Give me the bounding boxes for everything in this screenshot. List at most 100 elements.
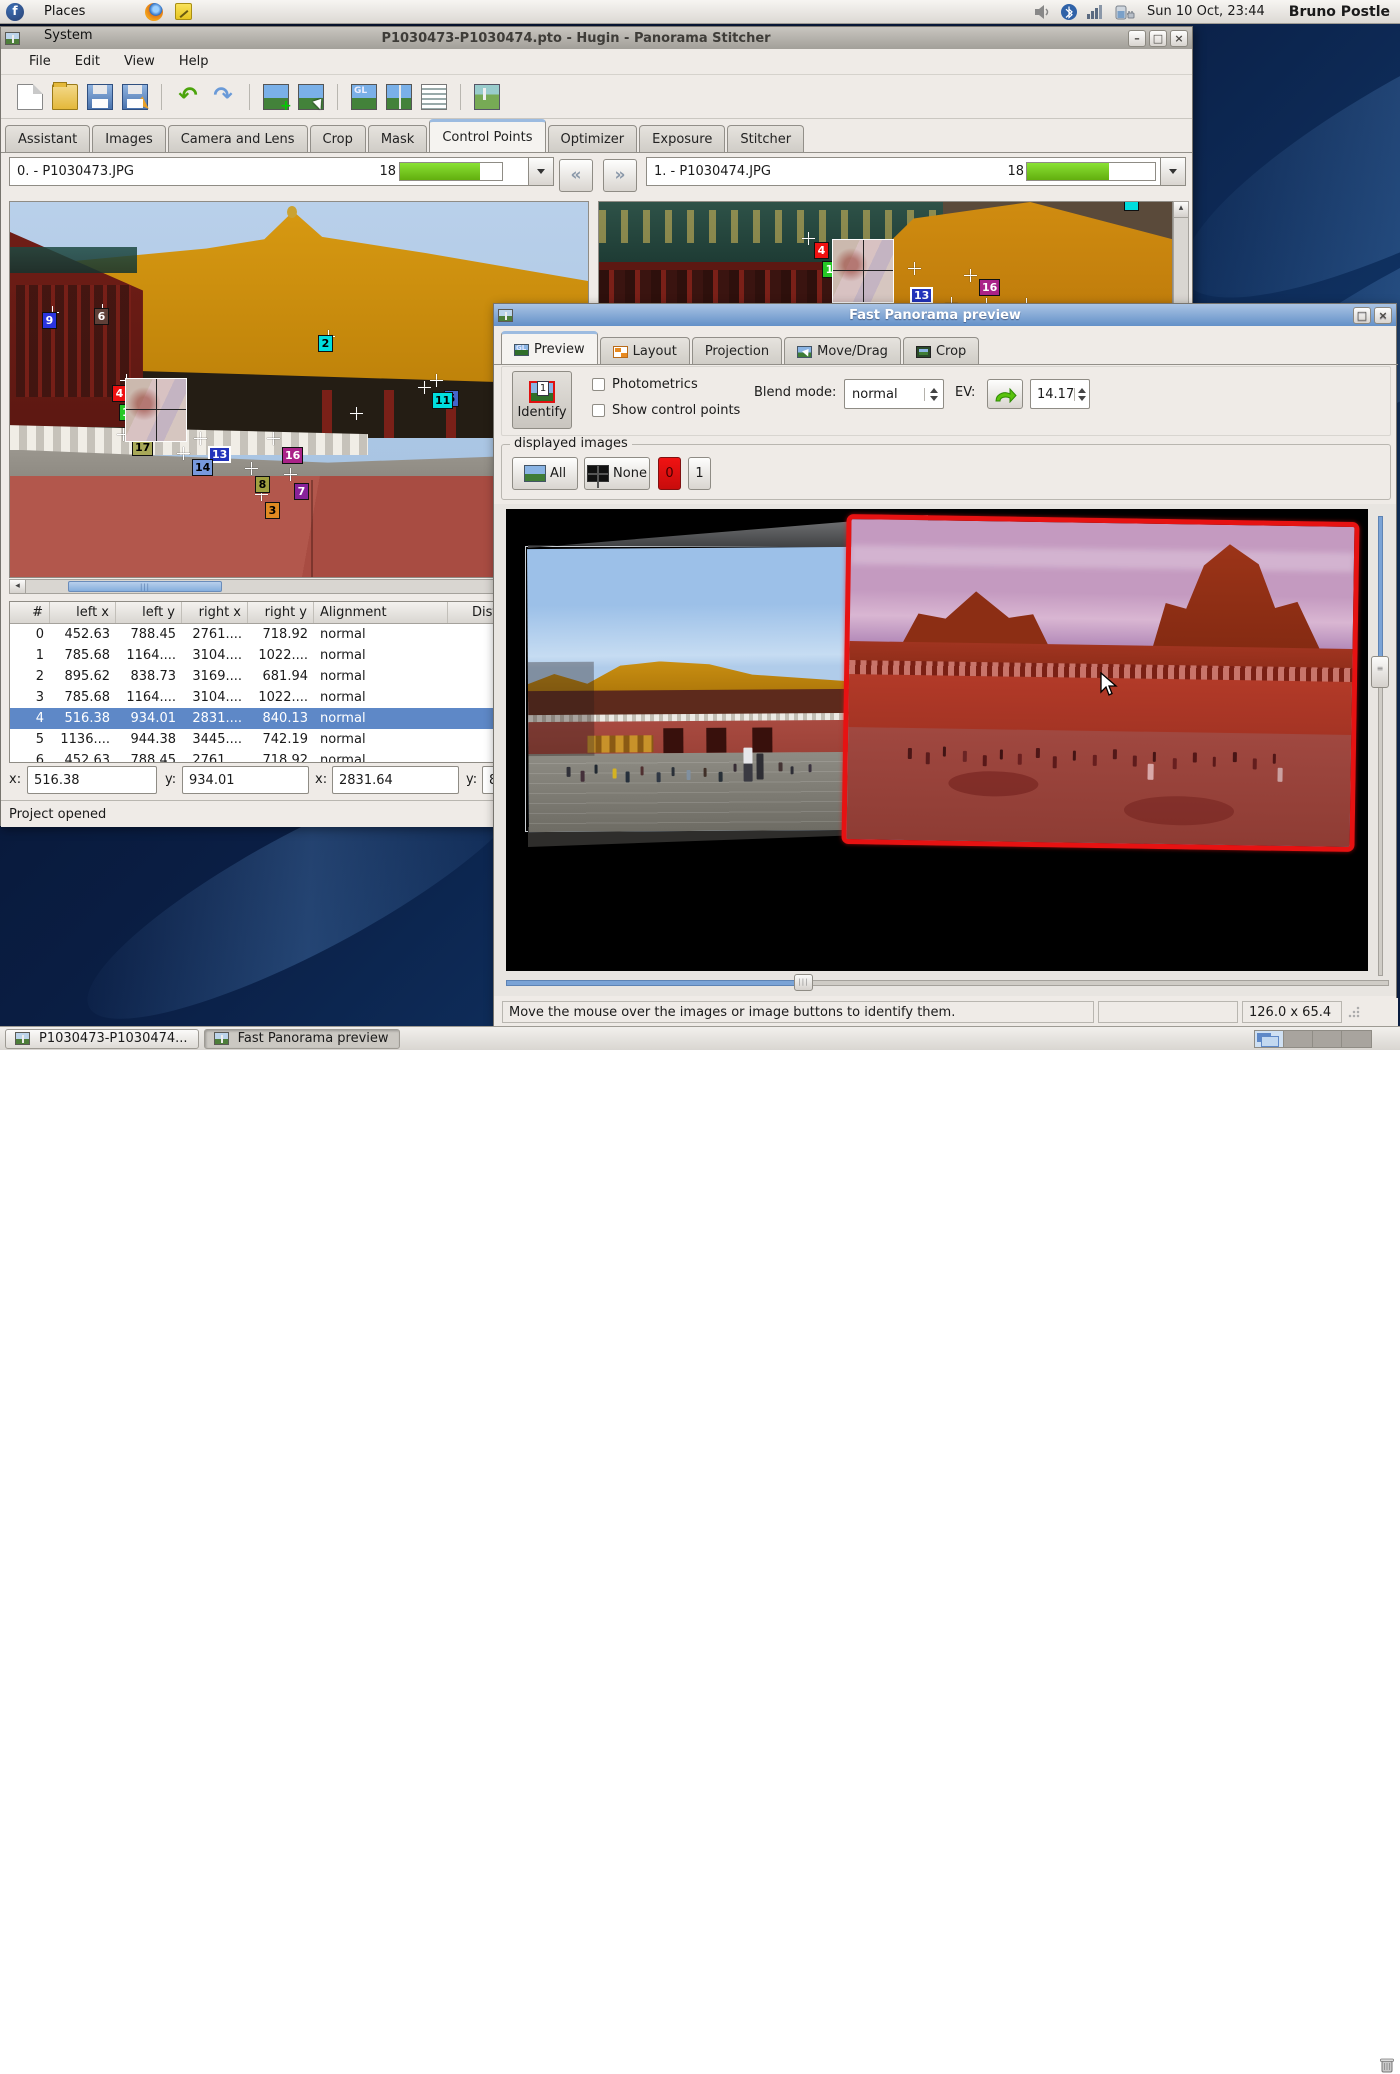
control-point-marker[interactable]: 8 — [255, 476, 270, 493]
workspace-switcher[interactable] — [1254, 1030, 1372, 1048]
show-control-points-checkbox[interactable] — [592, 404, 605, 417]
ev-reset-button[interactable] — [987, 379, 1023, 409]
panel-clock[interactable]: Sun 10 Oct, 23:44 — [1147, 4, 1265, 19]
trash-icon[interactable] — [1378, 2056, 1396, 2074]
firefox-launcher-icon[interactable] — [145, 3, 163, 21]
control-point-marker[interactable]: 6 — [94, 308, 109, 325]
tab-layout[interactable]: Layout — [600, 337, 690, 365]
control-point-marker[interactable]: 4 — [814, 242, 829, 259]
control-point-marker[interactable]: 13 — [910, 287, 933, 304]
workspace-1[interactable] — [1255, 1031, 1284, 1047]
next-image-pair-button[interactable]: » — [603, 159, 637, 192]
tab-crop[interactable]: Crop — [310, 125, 366, 153]
tab-exposure[interactable]: Exposure — [639, 125, 725, 153]
control-point-marker[interactable]: 7 — [294, 483, 309, 500]
workspace-4[interactable] — [1342, 1031, 1371, 1047]
image-1-toggle-button[interactable]: 1 — [688, 457, 711, 490]
vscroll-up-arrow[interactable]: ▴ — [1174, 202, 1188, 218]
right-image-selector[interactable]: 1. - P1030474.JPG 18 — [646, 157, 1186, 186]
col-header-left-x[interactable]: left x — [50, 602, 116, 623]
tab-preview[interactable]: Preview — [501, 331, 598, 365]
panorama-preview-canvas[interactable] — [506, 509, 1368, 971]
panel-user-name[interactable]: Bruno Postle — [1275, 4, 1390, 20]
bluetooth-icon[interactable] — [1061, 4, 1077, 20]
control-point-marker[interactable]: 14 — [192, 459, 213, 476]
save-project-icon[interactable] — [87, 84, 113, 110]
tab-mask[interactable]: Mask — [368, 125, 427, 153]
tab-assistant[interactable]: Assistant — [5, 125, 90, 153]
preview-close-button[interactable]: × — [1374, 307, 1392, 324]
col-header-alignment[interactable]: Alignment — [314, 602, 448, 623]
identify-button[interactable]: Identify — [512, 371, 572, 429]
preview-icon[interactable] — [386, 84, 412, 110]
add-time-series-icon[interactable] — [298, 84, 324, 110]
left-y-input[interactable]: 934.01 — [182, 766, 309, 794]
prev-image-pair-button[interactable]: « — [559, 159, 593, 192]
control-point-marker[interactable]: 3 — [265, 502, 280, 519]
panel-menu-system[interactable]: System — [32, 24, 135, 48]
gl-preview-icon[interactable]: GL — [351, 84, 377, 110]
workspace-2[interactable] — [1284, 1031, 1313, 1047]
control-point-marker[interactable]: 11 — [432, 392, 453, 409]
tab-crop[interactable]: Crop — [903, 337, 979, 365]
left-image-dropdown-button[interactable] — [529, 157, 554, 186]
tab-move-drag[interactable]: Move/Drag — [784, 337, 901, 365]
fedora-menu-icon[interactable]: f — [6, 3, 24, 21]
preview-titlebar[interactable]: Fast Panorama preview □ × — [494, 304, 1396, 326]
control-point-marker[interactable]: 9 — [42, 312, 57, 329]
tab-optimizer[interactable]: Optimizer — [548, 125, 638, 153]
minimize-button[interactable]: – — [1128, 30, 1146, 47]
open-project-icon[interactable] — [52, 84, 78, 110]
power-battery-icon[interactable] — [1115, 4, 1137, 20]
control-point-marker[interactable] — [1124, 201, 1139, 211]
control-point-table-icon[interactable] — [421, 84, 447, 110]
left-image-selector[interactable]: 0. - P1030473.JPG 18 — [9, 157, 554, 186]
control-point-marker[interactable]: 16 — [979, 279, 1000, 296]
taskbar-button-fast-panorama-preview[interactable]: Fast Panorama preview — [204, 1029, 400, 1049]
workspace-3[interactable] — [1313, 1031, 1342, 1047]
network-signal-icon[interactable] — [1087, 4, 1105, 19]
image-0-toggle-button[interactable]: 0 — [658, 457, 681, 490]
text-editor-launcher-icon[interactable] — [175, 3, 192, 20]
undo-icon[interactable]: ↶ — [175, 84, 201, 110]
right-image-dropdown-button[interactable] — [1161, 157, 1186, 186]
panorama-preview-icon[interactable] — [474, 84, 500, 110]
horizontal-pan-slider-track[interactable] — [801, 980, 1389, 986]
menu-help[interactable]: Help — [169, 51, 219, 72]
ev-spinner[interactable]: 14.17 — [1030, 379, 1090, 409]
redo-icon[interactable]: ↷ — [210, 84, 236, 110]
col-header-right-x[interactable]: right x — [182, 602, 248, 623]
new-project-icon[interactable] — [17, 84, 43, 110]
hscroll-thumb[interactable]: ||| — [68, 581, 222, 592]
menu-view[interactable]: View — [114, 51, 165, 72]
blend-mode-select[interactable]: normal — [844, 379, 944, 409]
tab-images[interactable]: Images — [92, 125, 166, 153]
left-x-input[interactable]: 516.38 — [27, 766, 157, 794]
menu-file[interactable]: File — [19, 51, 61, 72]
menu-edit[interactable]: Edit — [65, 51, 110, 72]
horizontal-pan-slider-handle[interactable]: ||| — [794, 974, 813, 991]
tab-stitcher[interactable]: Stitcher — [727, 125, 804, 153]
right-x-input[interactable]: 2831.64 — [332, 766, 459, 794]
panel-menu-places[interactable]: Places — [32, 0, 135, 24]
preview-maximize-button[interactable]: □ — [1353, 307, 1371, 324]
col-header-left-y[interactable]: left y — [116, 602, 182, 623]
resize-grip[interactable] — [1348, 1006, 1360, 1018]
photometrics-checkbox[interactable] — [592, 378, 605, 391]
tab-control-points[interactable]: Control Points — [429, 119, 545, 153]
close-button[interactable]: × — [1170, 30, 1188, 47]
control-point-marker[interactable]: 16 — [282, 447, 303, 464]
taskbar-button-p1030473-p1030474-[interactable]: P1030473-P1030474... — [5, 1029, 199, 1049]
tab-camera-and-lens[interactable]: Camera and Lens — [168, 125, 308, 153]
volume-icon[interactable] — [1034, 4, 1051, 20]
show-all-images-button[interactable]: All — [512, 457, 578, 490]
add-images-icon[interactable]: + — [263, 84, 289, 110]
maximize-button[interactable]: □ — [1149, 30, 1167, 47]
tab-projection[interactable]: Projection — [692, 337, 782, 365]
col-header--[interactable]: # — [10, 602, 50, 623]
vertical-pan-slider-handle[interactable]: ≡ — [1371, 656, 1389, 688]
col-header-right-y[interactable]: right y — [248, 602, 314, 623]
control-point-marker[interactable]: 2 — [318, 335, 333, 352]
main-titlebar[interactable]: P1030473-P1030474.pto - Hugin - Panorama… — [1, 27, 1192, 49]
show-no-images-button[interactable]: None — [584, 457, 650, 490]
